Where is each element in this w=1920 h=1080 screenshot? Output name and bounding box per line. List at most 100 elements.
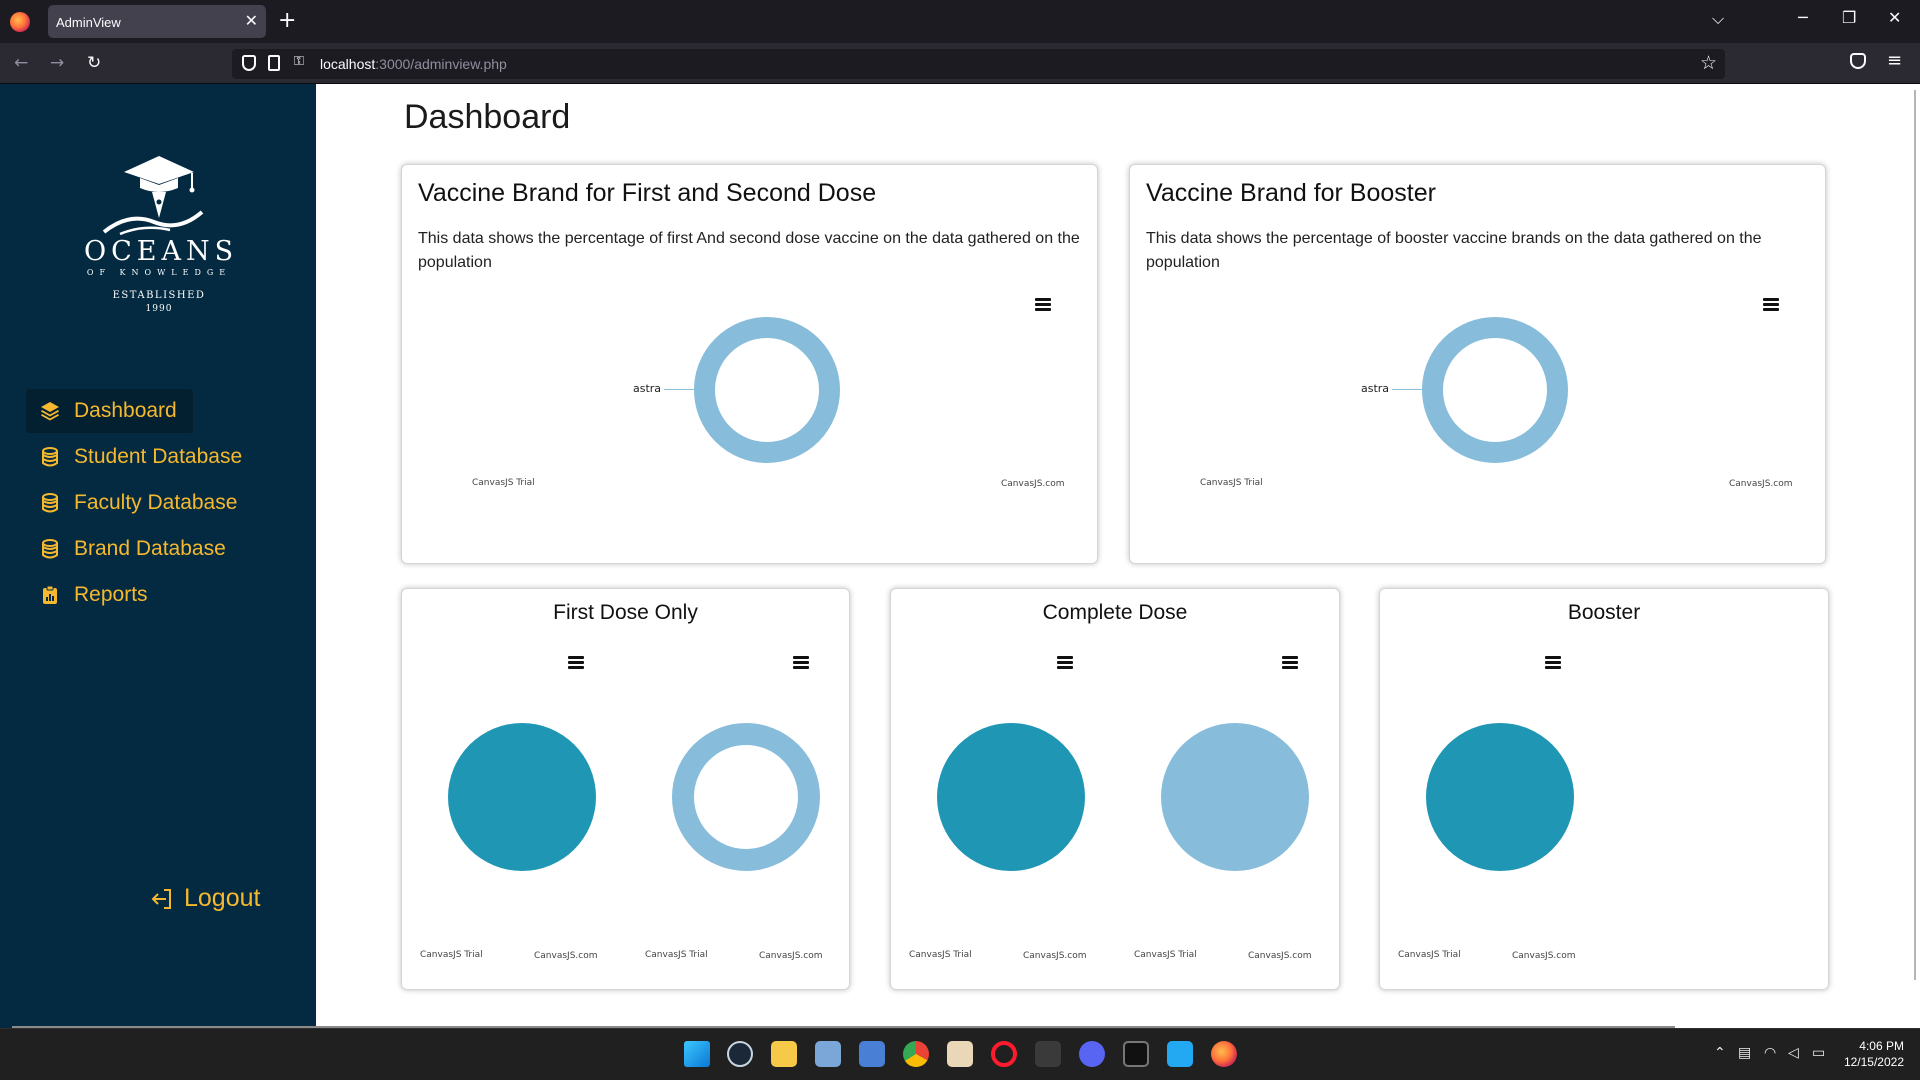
terminal-icon[interactable] [1123,1041,1149,1067]
page-viewport: OCEANS OF KNOWLEDGE ESTABLISHED 1990 Das… [0,84,1920,1028]
bookmark-star-icon[interactable]: ☆ [1700,52,1717,74]
page-info-icon[interactable] [268,55,280,71]
canvasjs-trial-credit: CanvasJS Trial [1398,950,1461,960]
notion-icon[interactable] [1035,1041,1061,1067]
sidebar-item-faculty-database[interactable]: Faculty Database [26,481,253,525]
canvasjs-credit-link[interactable]: CanvasJS.com [1729,479,1792,489]
database-icon [42,493,58,513]
clipboard-chart-icon [43,585,57,604]
card-title: First Dose Only [553,601,698,624]
database-icon [42,539,58,559]
restore-icon[interactable]: ❐ [1842,8,1856,27]
vaccine-brand-booster-card: Vaccine Brand for Booster This data show… [1129,164,1826,564]
canvasjs-credit-link[interactable]: CanvasJS.com [1512,951,1575,961]
first-dose-only-card: First Dose Only CanvasJS Trial CanvasJS.… [401,588,850,990]
logo-year: 1990 [145,304,173,314]
pocket-icon[interactable] [1850,53,1866,69]
logout-icon [151,888,171,909]
canvasjs-credit-link[interactable]: CanvasJS.com [1001,479,1064,489]
reload-icon[interactable]: ↻ [87,53,101,73]
url-bar[interactable]: ⚿ localhost:3000/adminview.php ☆ [232,49,1725,79]
chart-menu-icon[interactable] [568,656,584,669]
chart-menu-icon[interactable] [1545,656,1561,669]
sidebar-item-label: Faculty Database [74,491,238,514]
pie-slice-astra [1422,317,1568,463]
discord-icon[interactable] [1079,1041,1105,1067]
sidebar-item-student-database[interactable]: Student Database [26,435,258,479]
clock-date: 12/15/2022 [1843,1055,1904,1069]
canvasjs-credit-link[interactable]: CanvasJS.com [759,951,822,961]
new-tab-icon[interactable]: + [278,8,296,33]
complete-dose-card: Complete Dose CanvasJS Trial CanvasJS.co… [890,588,1340,990]
sidebar-item-dashboard[interactable]: Dashboard [26,389,193,433]
pie-chart-solid-light [1161,723,1309,871]
sidebar-item-brand-database[interactable]: Brand Database [26,527,242,571]
taskbar-clock[interactable]: 4:06 PM 12/15/2022 [1840,1038,1904,1070]
permissions-icon[interactable]: ⚿ [294,54,304,69]
canvasjs-credit-link[interactable]: CanvasJS.com [1248,951,1311,961]
game-icon[interactable] [947,1041,973,1067]
chart-menu-icon[interactable] [1763,298,1779,311]
steam-icon[interactable] [727,1041,753,1067]
vscode-icon[interactable] [1167,1041,1193,1067]
chrome-icon[interactable] [903,1041,929,1067]
canvasjs-trial-credit: CanvasJS Trial [645,950,708,960]
vertical-scrollbar[interactable] [1914,90,1916,980]
canvasjs-credit-link[interactable]: CanvasJS.com [534,951,597,961]
chart-menu-icon[interactable] [1035,298,1051,311]
oceans-of-knowledge-logo: OCEANS OF KNOWLEDGE ESTABLISHED 1990 [84,154,234,324]
back-icon[interactable]: ← [14,53,28,73]
volume-icon[interactable]: ◁ [1788,1045,1799,1061]
chart-menu-icon[interactable] [1282,656,1298,669]
sidebar-item-reports[interactable]: Reports [26,573,164,617]
firefox-icon[interactable] [1211,1041,1237,1067]
chart-menu-icon[interactable] [1057,656,1073,669]
browser-nav-bar: ← → ↻ ⚿ localhost:3000/adminview.php ☆ ≡ [0,43,1920,84]
logo-brand: OCEANS [84,236,239,267]
card-description: This data shows the percentage of booste… [1146,230,1762,271]
pie-chart-solid [1426,723,1574,871]
canvasjs-trial-credit: CanvasJS Trial [420,950,483,960]
show-hidden-icons-icon[interactable]: ⌃ [1714,1045,1726,1061]
photos-icon[interactable] [815,1041,841,1067]
firefox-logo-icon [10,12,30,32]
vaccine-brand-first-second-card: Vaccine Brand for First and Second Dose … [401,164,1098,564]
canvasjs-trial-credit: CanvasJS Trial [472,478,535,488]
wifi-icon[interactable]: ◠ [1764,1045,1776,1061]
keyboard-icon[interactable]: ▤ [1738,1045,1751,1061]
browser-tab-bar: AdminView ✕ + ⌵ ─ ❐ ✕ [0,0,1920,43]
logo-established: ESTABLISHED [112,290,206,301]
close-window-icon[interactable]: ✕ [1888,8,1901,27]
sidebar-item-label: Brand Database [74,537,226,560]
tracking-protection-icon[interactable] [242,55,256,71]
canvasjs-credit-link[interactable]: CanvasJS.com [1023,951,1086,961]
pie-chart-solid [448,723,596,871]
store-icon[interactable] [859,1041,885,1067]
card-title: Booster [1567,601,1641,624]
database-icon [42,447,58,467]
pie-label-leader [1392,389,1422,390]
logout-button[interactable]: Logout [150,884,260,913]
canvasjs-trial-credit: CanvasJS Trial [909,950,972,960]
pie-label-leader [664,389,694,390]
forward-icon[interactable]: → [50,53,64,73]
card-title: Complete Dose [1042,601,1188,624]
opera-icon[interactable] [991,1041,1017,1067]
windows-taskbar: ⌃ ▤ ◠ ◁ ▭ 4:06 PM 12/15/2022 [0,1028,1920,1080]
tab-close-icon[interactable]: ✕ [245,11,258,31]
pie-label: astra [633,382,662,395]
list-all-tabs-icon[interactable]: ⌵ [1712,9,1724,29]
file-explorer-icon[interactable] [771,1041,797,1067]
windows-start-icon[interactable] [684,1041,710,1067]
battery-icon[interactable]: ▭ [1812,1045,1825,1061]
app-menu-icon[interactable]: ≡ [1887,50,1902,71]
card-description: This data shows the percentage of first … [418,230,1080,271]
url-text[interactable]: localhost:3000/adminview.php [320,56,507,72]
canvasjs-trial-credit: CanvasJS Trial [1134,950,1197,960]
minimize-icon[interactable]: ─ [1798,8,1808,27]
chart-menu-icon[interactable] [793,656,809,669]
sidebar-item-label: Student Database [74,445,243,468]
sidebar-item-label: Dashboard [74,399,177,422]
page-title: Dashboard [404,98,571,136]
browser-tab-adminview[interactable]: AdminView ✕ [48,5,266,38]
